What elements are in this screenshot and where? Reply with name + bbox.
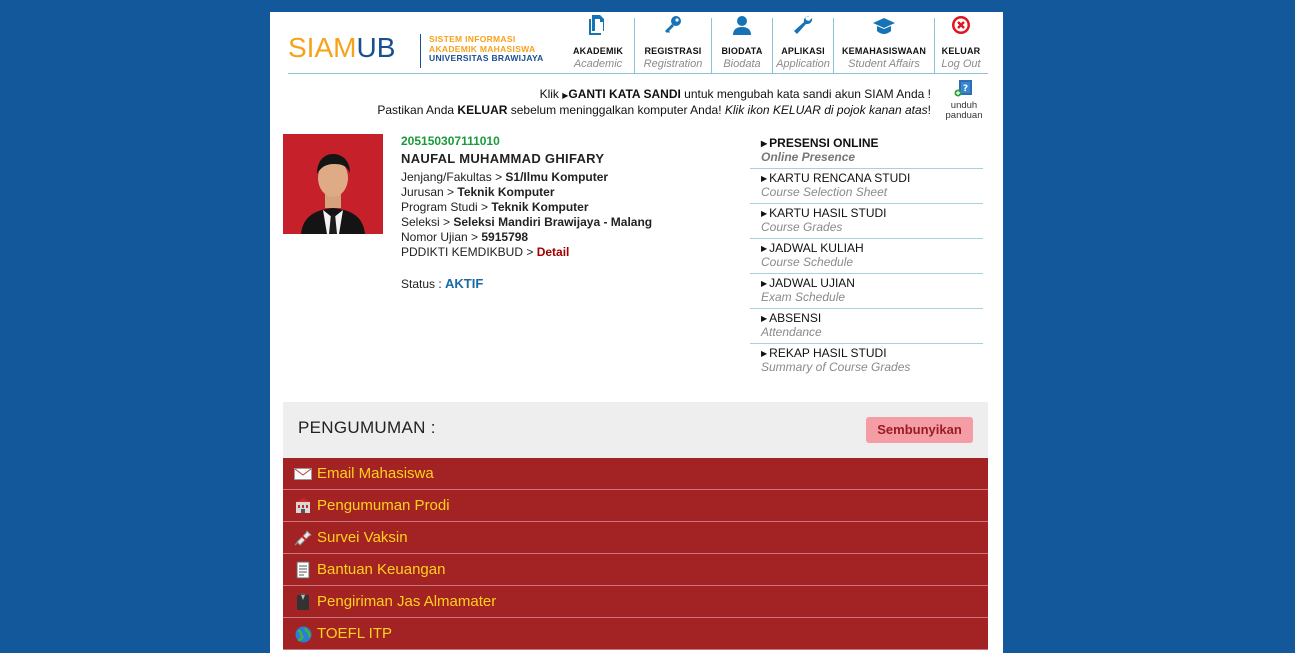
svg-text:?: ? <box>963 84 968 94</box>
graduation-cap-icon <box>873 17 895 40</box>
profile-row-pddikti: PDDIKTI KEMDIKBUD > Detail <box>401 245 570 259</box>
announcement-toefl-itp[interactable]: TOEFL ITP <box>283 618 988 650</box>
announcement-survei-vaksin[interactable]: Survei Vaksin <box>283 522 988 554</box>
syringe-icon <box>294 530 312 546</box>
menu-kartu-rencana-studi[interactable]: KARTU RENCANA STUDI Course Selection She… <box>750 169 983 204</box>
logo-divider <box>420 34 421 68</box>
globe-icon <box>294 626 312 642</box>
tagline-line-3: UNIVERSITAS BRAWIJAYA <box>429 53 544 63</box>
logo-text: SIAMUB <box>288 32 396 63</box>
nav-kemahasiswaan[interactable]: KEMAHASISWAAN Student Affairs <box>833 18 934 74</box>
menu-absensi[interactable]: ABSENSI Attendance <box>750 309 983 344</box>
profile-row-selection: Seleksi > Seleksi Mandiri Brawijaya - Ma… <box>401 215 653 229</box>
menu-presensi-online[interactable]: PRESENSI ONLINE Online Presence <box>750 134 983 169</box>
profile-row-faculty: Jenjang/Fakultas > S1/Ilmu Komputer <box>401 170 609 184</box>
announcements-header: PENGUMUMAN : Sembunyikan <box>283 402 988 458</box>
close-circle-icon <box>951 15 971 40</box>
side-menu: PRESENSI ONLINE Online Presence KARTU RE… <box>750 134 983 378</box>
siamub-logo[interactable]: SIAMUB SISTEM INFORMASI AKADEMIK MAHASIS… <box>288 32 548 72</box>
notice-text: Klik ▶GANTI KATA SANDI untuk mengubah ka… <box>377 87 931 117</box>
nav-registrasi[interactable]: REGISTRASI Registration <box>634 15 711 74</box>
menu-jadwal-kuliah[interactable]: JADWAL KULIAH Course Schedule <box>750 239 983 274</box>
announcements-title: PENGUMUMAN : <box>298 418 436 437</box>
envelope-icon <box>294 466 312 482</box>
logo-tagline: SISTEM INFORMASI AKADEMIK MAHASISWA UNIV… <box>429 34 544 64</box>
announcement-email-mahasiswa[interactable]: Email Mahasiswa <box>283 458 988 490</box>
download-guide-button[interactable]: ? unduh panduan <box>942 80 986 121</box>
building-icon <box>294 498 312 514</box>
hide-announcements-button[interactable]: Sembunyikan <box>866 417 973 443</box>
change-password-link[interactable]: ▶GANTI KATA SANDI <box>562 87 681 101</box>
profile-row-program: Program Studi > Teknik Komputer <box>401 200 589 214</box>
student-name: NAUFAL MUHAMMAD GHIFARY <box>401 151 605 166</box>
wrench-icon <box>793 15 813 40</box>
menu-kartu-hasil-studi[interactable]: KARTU HASIL STUDI Course Grades <box>750 204 983 239</box>
announcement-pengiriman-jas[interactable]: Pengiriman Jas Almamater <box>283 586 988 618</box>
menu-rekap-hasil-studi[interactable]: REKAP HASIL STUDI Summary of Course Grad… <box>750 344 983 378</box>
announcement-bantuan-keuangan[interactable]: Bantuan Keuangan <box>283 554 988 586</box>
nav-biodata[interactable]: BIODATA Biodata <box>711 15 772 74</box>
announcement-pengumuman-prodi[interactable]: Pengumuman Prodi <box>283 490 988 522</box>
nav-aplikasi[interactable]: APLIKASI Application <box>772 15 833 74</box>
document-icon <box>589 15 607 40</box>
nav-keluar[interactable]: KELUAR Log Out <box>934 15 987 74</box>
header-divider <box>288 73 988 74</box>
suit-icon <box>294 593 312 610</box>
announcement-list: Email Mahasiswa Pengumuman Prodi Survei … <box>283 458 988 650</box>
document-icon <box>294 561 312 579</box>
pddikti-detail-link[interactable]: Detail <box>537 245 570 259</box>
student-status: Status : AKTIF <box>401 276 484 291</box>
key-icon <box>663 15 683 40</box>
status-badge: AKTIF <box>445 276 484 291</box>
student-nim: 205150307111010 <box>401 134 500 148</box>
profile-row-department: Jurusan > Teknik Komputer <box>401 185 555 199</box>
user-icon <box>732 15 752 40</box>
top-navigation: AKADEMIK Academic REGISTRASI Registratio… <box>562 15 987 74</box>
student-profile: 205150307111010 NAUFAL MUHAMMAD GHIFARY … <box>401 134 652 292</box>
student-photo <box>283 134 383 234</box>
menu-jadwal-ujian[interactable]: JADWAL UJIAN Exam Schedule <box>750 274 983 309</box>
nav-akademik[interactable]: AKADEMIK Academic <box>562 15 634 74</box>
page-container: SIAMUB SISTEM INFORMASI AKADEMIK MAHASIS… <box>270 12 1003 653</box>
profile-row-exam-number: Nomor Ujian > 5915798 <box>401 230 529 244</box>
